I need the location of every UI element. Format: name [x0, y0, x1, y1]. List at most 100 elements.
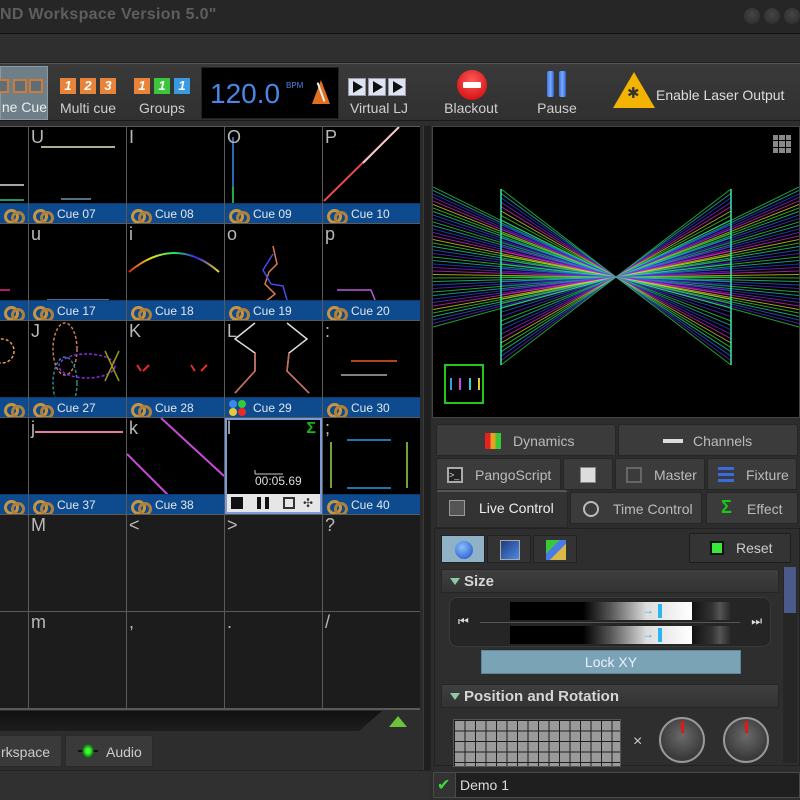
- terminal-icon: >_: [447, 467, 463, 483]
- tab-live-control-label: Live Control: [479, 500, 554, 516]
- cue-label: Cue 30: [351, 401, 390, 415]
- cue-label: Cue 19: [253, 304, 292, 318]
- cue-hotkey: o: [227, 224, 238, 244]
- play-icon: [388, 78, 406, 96]
- tab-time-control[interactable]: Time Control: [570, 492, 702, 524]
- cue-cell[interactable]: [0, 224, 28, 320]
- cue-hotkey: I: [129, 127, 135, 147]
- rotation-knob-2[interactable]: [723, 717, 769, 763]
- empty-cue-slot[interactable]: >: [225, 515, 322, 611]
- panel-scrollbar[interactable]: [783, 567, 797, 763]
- tab-fixture[interactable]: Fixture: [707, 458, 797, 490]
- cue-cell[interactable]: k Cue 38: [127, 418, 224, 514]
- size-x-handle[interactable]: [658, 604, 662, 618]
- window-icon[interactable]: [283, 497, 295, 509]
- tab-dynamics[interactable]: Dynamics: [436, 424, 616, 456]
- cue-cell[interactable]: p Cue 20: [323, 224, 420, 320]
- warning-icon: [613, 72, 655, 108]
- empty-cue-slot[interactable]: <: [127, 515, 224, 611]
- position-rotation-section-header[interactable]: Position and Rotation: [441, 684, 779, 708]
- cue-cell[interactable]: : Cue 30: [323, 321, 420, 417]
- rotation-knob-1[interactable]: [659, 717, 705, 763]
- cue-cell[interactable]: i Cue 18: [127, 224, 224, 320]
- cue-cell[interactable]: L Cue 29: [225, 321, 322, 417]
- single-cue-button[interactable]: ne Cue: [0, 66, 48, 120]
- cue-grid-panel: U Cue 07 I Cue 08 O Cue 09 P Cue 10 u Cue 17 i Cue …: [0, 126, 423, 710]
- cue-hotkey: <: [129, 515, 140, 535]
- empty-cue-slot[interactable]: ,: [127, 612, 224, 708]
- lock-xy-button[interactable]: Lock XY: [481, 650, 741, 674]
- tab-workspace[interactable]: rkspace: [0, 735, 62, 767]
- metronome-icon[interactable]: [312, 80, 330, 104]
- panel-splitter[interactable]: [423, 126, 431, 770]
- cue-cell[interactable]: ; Cue 40: [323, 418, 420, 514]
- show-name: Demo 1: [460, 777, 510, 793]
- cue-label-bar: Cue 08: [127, 203, 224, 223]
- world-mode-button[interactable]: [441, 535, 485, 563]
- tab-documents[interactable]: [563, 458, 613, 490]
- tab-live-control[interactable]: Live Control: [436, 490, 568, 528]
- cue-cell[interactable]: l Σ 00:05.69 ✣: [225, 418, 322, 514]
- cue-cell[interactable]: [0, 127, 28, 223]
- cue-cell[interactable]: [0, 418, 28, 514]
- cue-link-icon: [327, 206, 348, 223]
- virtual-lj-button[interactable]: Virtual LJ: [344, 66, 414, 120]
- cue-cell[interactable]: O Cue 09: [225, 127, 322, 223]
- position-pad[interactable]: [453, 719, 621, 767]
- tab-channels[interactable]: Channels: [618, 424, 798, 456]
- cue-cell[interactable]: I Cue 08: [127, 127, 224, 223]
- cue-label-bar: Cue 37: [29, 494, 126, 514]
- maximize-button[interactable]: [764, 8, 780, 24]
- tab-pangoscript[interactable]: >_ PangoScript: [436, 458, 561, 490]
- canvas-mode-button[interactable]: [487, 535, 531, 563]
- bpm-display[interactable]: 120.0 BPM: [201, 67, 339, 119]
- multi-cue-label: Multi cue: [59, 100, 117, 116]
- size-x-slider[interactable]: →: [510, 602, 692, 620]
- tab-audio[interactable]: Audio: [65, 735, 153, 767]
- empty-cue-slot[interactable]: [0, 612, 28, 708]
- move-icon[interactable]: ✣: [303, 497, 315, 509]
- cue-cell[interactable]: P Cue 10: [323, 127, 420, 223]
- cue-cell[interactable]: o Cue 19: [225, 224, 322, 320]
- groups-button[interactable]: 1 1 1 Groups: [130, 66, 194, 120]
- cue-cell[interactable]: J Cue 27: [29, 321, 126, 417]
- checkmark-icon: [434, 773, 456, 797]
- tab-master[interactable]: Master: [615, 458, 705, 490]
- empty-cue-slot[interactable]: M: [29, 515, 126, 611]
- size-y-handle[interactable]: [658, 628, 662, 642]
- grid-view-icon[interactable]: [773, 135, 791, 153]
- layers-mode-button[interactable]: [533, 535, 577, 563]
- stop-icon[interactable]: [231, 497, 243, 509]
- scrollbar-thumb[interactable]: [784, 567, 796, 613]
- cue-cell[interactable]: U Cue 07: [29, 127, 126, 223]
- pause-icon[interactable]: [257, 497, 269, 509]
- cue-cell[interactable]: u Cue 17: [29, 224, 126, 320]
- enable-laser-output-button[interactable]: Enable Laser Output: [608, 66, 800, 120]
- multi-cue-button[interactable]: 1 2 3 Multi cue: [52, 66, 124, 120]
- tab-effect[interactable]: Σ Effect: [706, 492, 798, 524]
- skip-start-icon[interactable]: ⏮: [458, 614, 469, 629]
- empty-cue-slot[interactable]: .: [225, 612, 322, 708]
- expand-up-icon[interactable]: [389, 716, 407, 727]
- tab-channels-label: Channels: [693, 433, 753, 449]
- empty-cue-slot[interactable]: /: [323, 612, 420, 708]
- cue-cell[interactable]: [0, 321, 28, 417]
- minimize-button[interactable]: [744, 8, 760, 24]
- cue-hotkey: ,: [129, 612, 135, 632]
- reset-button[interactable]: Reset: [689, 533, 791, 563]
- show-selector[interactable]: Demo 1: [433, 772, 800, 798]
- size-y-slider[interactable]: →: [510, 626, 692, 644]
- empty-cue-slot[interactable]: ?: [323, 515, 420, 611]
- close-button[interactable]: [784, 8, 800, 24]
- cue-label: Cue 37: [57, 498, 96, 512]
- cue-timer: 00:05.69: [255, 474, 302, 488]
- output-thumbnail[interactable]: [444, 364, 484, 404]
- size-section-header[interactable]: Size: [441, 569, 779, 593]
- pause-button[interactable]: Pause: [522, 66, 592, 120]
- skip-end-icon[interactable]: ⏭: [751, 614, 762, 629]
- empty-cue-slot[interactable]: m: [29, 612, 126, 708]
- empty-cue-slot[interactable]: [0, 515, 28, 611]
- blackout-button[interactable]: Blackout: [436, 66, 506, 120]
- cue-cell[interactable]: j Cue 37: [29, 418, 126, 514]
- cue-cell[interactable]: K Cue 28: [127, 321, 224, 417]
